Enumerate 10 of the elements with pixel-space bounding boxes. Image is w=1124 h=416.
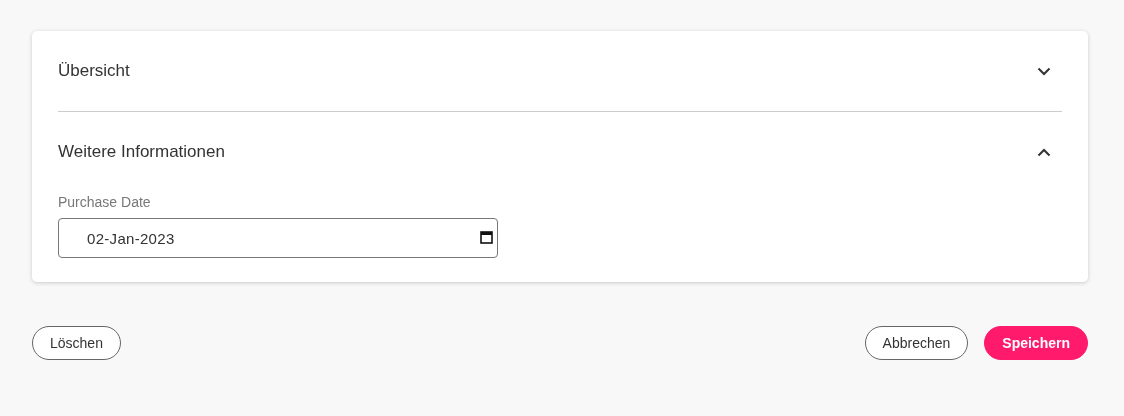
date-field[interactable]: 02-Jan-2023: [58, 218, 498, 258]
save-button[interactable]: Speichern: [984, 326, 1088, 360]
field-label: Purchase Date: [58, 193, 152, 212]
chevron-down-icon[interactable]: [1037, 66, 1051, 76]
action-button[interactable]: Abbrechen: [864, 326, 969, 360]
section-title: Übersicht: [58, 60, 130, 83]
calendar-icon[interactable]: [480, 231, 493, 244]
section-title: Weitere Informationen: [58, 141, 225, 164]
action-button[interactable]: Löschen: [32, 326, 121, 360]
chevron-up-icon[interactable]: [1037, 147, 1051, 157]
